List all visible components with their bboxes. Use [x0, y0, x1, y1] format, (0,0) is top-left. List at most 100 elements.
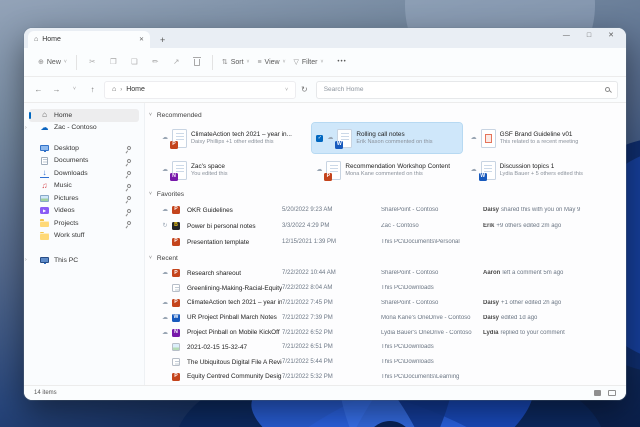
collapse-chevron-icon: ˅ — [149, 190, 152, 197]
documents-icon — [41, 156, 48, 165]
refresh-button[interactable]: ↻ — [301, 85, 308, 94]
sidebar-item-onedrive[interactable]: › ☁ Zac - Contoso — [25, 122, 139, 135]
sidebar-item-home[interactable]: ⌂ Home — [29, 109, 139, 122]
rename-button[interactable]: ✏ — [145, 58, 166, 66]
powerpoint-icon: P — [172, 269, 180, 278]
file-date: 3/3/2022 4:29 PM — [282, 223, 330, 229]
file-name: Presentation template — [187, 238, 250, 246]
sidebar-item-documents[interactable]: Documents — [29, 155, 139, 168]
file-location: This PC\Downloads — [381, 344, 434, 351]
search-input[interactable] — [323, 86, 605, 93]
back-button[interactable]: ← — [32, 85, 45, 94]
file-activity: Daisy +1 other edited 2h ago — [483, 300, 618, 306]
file-location: Lydia Bauer's OneDrive - Contoso — [381, 329, 472, 336]
tab-close-icon[interactable]: ✕ — [139, 36, 144, 43]
videos-icon: ▶ — [40, 207, 49, 215]
file-date: 7/22/2022 10:44 AM — [282, 270, 336, 277]
status-bar: 14 items — [24, 385, 626, 400]
sidebar-item-downloads[interactable]: ↓ Downloads — [29, 167, 139, 180]
file-row[interactable]: P Equity Centred Community Design 7/21/2… — [158, 370, 618, 385]
section-header-recommended[interactable]: ˅ Recommended — [149, 110, 618, 120]
powerpoint-file-icon: P — [324, 160, 342, 181]
recent-locations-button[interactable]: ˅ — [68, 87, 81, 92]
minimize-button[interactable]: — — [563, 32, 570, 39]
forward-button[interactable]: → — [50, 85, 63, 94]
file-date: 5/20/2022 9:23 AM — [282, 207, 333, 213]
sidebar-item-projects[interactable]: Projects — [29, 217, 139, 230]
recommended-card[interactable]: ☁ W Discussion topics 1 Lydia Bauer + 5 … — [467, 155, 616, 185]
word-file-icon: W — [478, 160, 496, 181]
file-row[interactable]: P Presentation template 12/15/2021 1:39 … — [158, 234, 618, 250]
recommended-card[interactable]: ☁ P ClimateAction tech 2021 – year in...… — [158, 123, 307, 153]
file-name: Equity Centred Community Design — [187, 373, 282, 381]
section-header-favorites[interactable]: ˅ Favorites — [149, 189, 618, 199]
close-button[interactable]: ✕ — [608, 32, 614, 39]
view-button[interactable]: ≡ View ˅ — [253, 59, 289, 66]
sidebar-item-label: Projects — [54, 219, 79, 227]
expand-chevron-icon[interactable]: › — [25, 257, 27, 263]
recommended-card[interactable]: ☁ N Zac's space You edited this — [158, 155, 307, 185]
maximize-button[interactable]: □ — [587, 32, 591, 39]
cloud-icon: ☁ — [316, 167, 323, 173]
file-date: 7/21/2022 6:52 PM — [282, 329, 333, 336]
copy-button[interactable]: ❐ — [103, 58, 124, 66]
file-date: 7/21/2022 5:44 PM — [282, 359, 333, 366]
view-label: View — [264, 58, 280, 66]
file-name: OKR Guidelines — [187, 206, 233, 214]
expand-chevron-icon[interactable]: › — [25, 125, 27, 131]
delete-button[interactable] — [192, 56, 201, 66]
file-row[interactable]: ☁ P Research shareout 7/22/2022 10:44 AM… — [158, 266, 618, 281]
up-button[interactable]: ↑ — [86, 85, 99, 94]
sidebar-item-this-pc[interactable]: › This PC — [25, 254, 139, 267]
card-subtitle: This related to a recent meeting — [499, 139, 579, 146]
file-name: The Ubiquitous Digital File A Review o..… — [187, 358, 282, 366]
details-view-icon[interactable] — [594, 390, 601, 396]
more-options-button[interactable]: ••• — [337, 59, 346, 65]
recommended-card-selected[interactable]: ✓ ☁ W Rolling call notes Erik Nason comm… — [311, 122, 463, 154]
new-tab-button[interactable]: + — [160, 36, 165, 45]
file-row[interactable]: ☁ P OKR Guidelines 5/20/2022 9:23 AM Sha… — [158, 202, 618, 218]
recommended-card[interactable]: ☁ P Recommendation Workshop Content Mona… — [312, 155, 461, 185]
section-header-recent[interactable]: ˅ Recent — [149, 253, 618, 263]
share-button[interactable]: ↗ — [166, 58, 187, 66]
file-row[interactable]: The Ubiquitous Digital File A Review o..… — [158, 355, 618, 370]
file-location: SharePoint - Contoso — [381, 299, 439, 306]
card-title: Rolling call notes — [356, 130, 405, 138]
large-icons-view-icon[interactable] — [608, 390, 616, 396]
chevron-down-icon: ˅ — [282, 58, 286, 65]
file-row[interactable]: 2021-02-15 15-32-47 7/21/2022 6:51 PM Th… — [158, 340, 618, 355]
new-button[interactable]: ⊕ New ˅ — [34, 59, 71, 66]
section-label: Recommended — [156, 111, 202, 119]
card-title: ClimateAction tech 2021 – year in... — [191, 130, 292, 138]
cloud-icon: ☁ — [162, 314, 168, 321]
sidebar-item-videos[interactable]: ▶ Videos — [29, 205, 139, 218]
sort-button[interactable]: ⇅ Sort ˅ — [218, 59, 254, 66]
cloud-icon: ☁ — [162, 329, 168, 336]
cloud-icon: ☁ — [162, 299, 168, 306]
cloud-icon: ☁ — [162, 167, 168, 173]
sidebar-item-pictures[interactable]: Pictures — [29, 192, 139, 205]
cut-button[interactable]: ✂ — [82, 58, 103, 66]
card-title: Discussion topics 1 — [499, 162, 555, 170]
breadcrumb-home[interactable]: Home — [126, 86, 145, 93]
file-row[interactable]: ☁ P ClimateAction tech 2021 – year in re… — [158, 296, 618, 311]
filter-button[interactable]: ▽ Filter ˅ — [290, 59, 328, 66]
sidebar-item-desktop[interactable]: Desktop — [29, 142, 139, 155]
file-row[interactable]: ↻ B Power bi personal notes 3/3/2022 4:2… — [158, 218, 618, 234]
recommended-card[interactable]: ☁ GSF Brand Guideline v01 This related t… — [467, 123, 616, 153]
file-row[interactable]: ☁ W UR Project Pinball March Notes 7/21/… — [158, 310, 618, 325]
paste-button[interactable]: ❏ — [124, 58, 145, 66]
file-location: This PC\Downloads — [381, 285, 434, 292]
sidebar-item-music[interactable]: ♫ Music — [29, 180, 139, 193]
file-row[interactable]: Greenlining-Making-Racial-Equity-Rea... … — [158, 281, 618, 296]
sidebar-item-work-stuff[interactable]: Work stuff — [29, 230, 139, 243]
file-row[interactable]: ☁ N Project Pinball on Mobile KickOff 7/… — [158, 325, 618, 340]
tab-home[interactable]: ⌂ Home ✕ — [28, 31, 150, 48]
chevron-down-icon[interactable]: ˅ — [285, 87, 288, 93]
cloud-icon: ☁ — [162, 207, 168, 213]
activity-text: replied to your comment — [500, 329, 565, 336]
sidebar-item-label: This PC — [54, 256, 79, 264]
breadcrumb[interactable]: ⌂ › Home ˅ — [104, 80, 296, 99]
checkbox-checked[interactable]: ✓ — [316, 134, 324, 142]
powerpoint-file-icon: P — [170, 128, 187, 149]
